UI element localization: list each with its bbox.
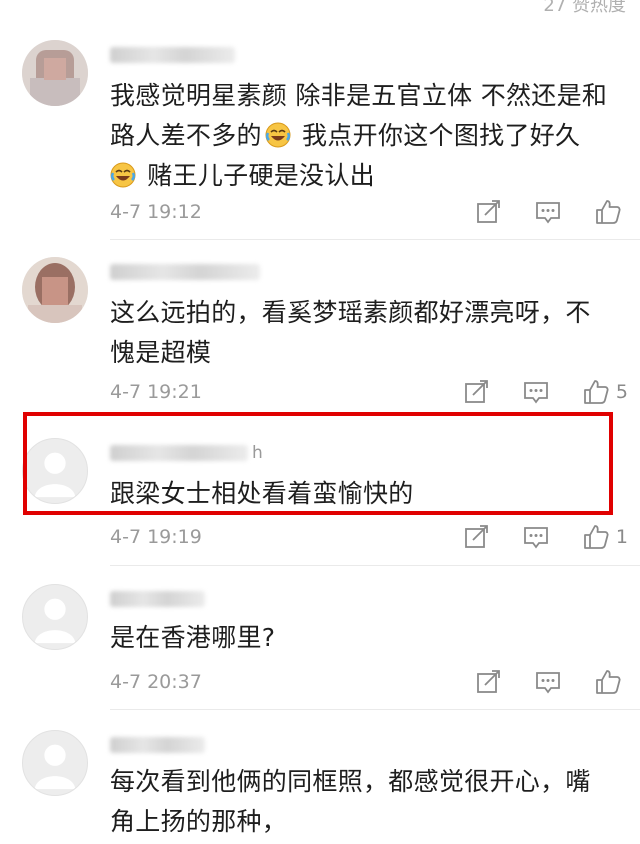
avatar[interactable] xyxy=(22,40,88,106)
username[interactable]: h xyxy=(110,442,263,464)
username[interactable] xyxy=(110,588,205,610)
blurred-username xyxy=(110,47,235,63)
comment-text: 是在香港哪里? xyxy=(110,623,276,652)
share-button[interactable] xyxy=(462,523,490,551)
reply-button[interactable] xyxy=(534,668,562,696)
comment-icon xyxy=(524,382,548,404)
comment-time: 4-7 19:21 xyxy=(110,381,202,403)
comment-text-part: 我点开你这个图找了好久 xyxy=(293,121,581,150)
reply-button[interactable] xyxy=(534,198,562,226)
comment-icon xyxy=(536,672,560,694)
thumbs-up-icon xyxy=(584,380,609,404)
comment-actions: 1 xyxy=(430,522,628,552)
blurred-username xyxy=(110,737,205,753)
comment-meta: 4-7 20:37 xyxy=(110,667,640,697)
comment-meta: 4-7 19:19 1 xyxy=(110,522,640,552)
default-avatar-icon xyxy=(34,452,76,498)
comment-icon xyxy=(524,527,548,549)
avatar[interactable] xyxy=(22,730,88,796)
comment-actions xyxy=(442,667,628,697)
reply-button[interactable] xyxy=(522,523,550,551)
comment-time: 4-7 19:12 xyxy=(110,201,202,223)
avatar[interactable] xyxy=(22,257,88,323)
comment-text-part: 赌王儿子硬是没认出 xyxy=(139,161,375,190)
avatar[interactable] xyxy=(22,438,88,504)
blurred-username xyxy=(110,445,248,461)
share-icon xyxy=(477,670,500,693)
comment-time: 4-7 19:19 xyxy=(110,526,202,548)
comment-meta: 4-7 19:12 xyxy=(110,197,640,227)
top-partial-text: 27 赞热度 xyxy=(543,0,626,16)
laughing-crying-emoji-icon xyxy=(110,160,136,188)
comment-icon xyxy=(536,202,560,224)
reply-button[interactable] xyxy=(522,378,550,406)
default-avatar-icon xyxy=(34,744,76,790)
comment-text: 跟梁女士相处看着蛮愉快的 xyxy=(110,479,414,508)
laughing-crying-emoji-icon xyxy=(265,120,291,148)
blurred-username xyxy=(110,591,205,607)
share-button[interactable] xyxy=(462,378,490,406)
avatar[interactable] xyxy=(22,584,88,650)
divider xyxy=(110,709,640,710)
avatar-photo-icon xyxy=(22,257,88,323)
thumbs-up-icon xyxy=(596,200,621,224)
default-avatar-icon xyxy=(34,598,76,644)
share-button[interactable] xyxy=(474,198,502,226)
comment-actions: 5 xyxy=(430,377,628,407)
comment-actions xyxy=(442,197,628,227)
share-icon xyxy=(465,525,488,548)
like-button[interactable]: 1 xyxy=(582,523,628,551)
thumbs-up-icon xyxy=(584,525,609,549)
divider xyxy=(110,239,640,240)
share-button[interactable] xyxy=(474,668,502,696)
like-button[interactable] xyxy=(594,668,628,696)
username[interactable] xyxy=(110,261,260,283)
comment-text: 每次看到他俩的同框照，都感觉很开心，嘴角上扬的那种， xyxy=(110,767,591,836)
username[interactable] xyxy=(110,734,205,756)
blurred-username xyxy=(110,264,260,280)
thumbs-up-icon xyxy=(596,670,621,694)
like-button[interactable] xyxy=(594,198,628,226)
share-icon xyxy=(465,380,488,403)
like-count: 5 xyxy=(615,381,628,403)
divider xyxy=(110,565,640,566)
like-button[interactable]: 5 xyxy=(582,378,628,406)
comment-meta: 4-7 19:21 5 xyxy=(110,377,640,407)
like-count: 1 xyxy=(615,526,628,548)
share-icon xyxy=(477,200,500,223)
avatar-photo-icon xyxy=(22,40,88,106)
comment-text: 我感觉明星素颜 除非是五官立体 不然还是和路人差不多的 我点开你这个图找了好久 … xyxy=(110,76,610,196)
comment-text: 这么远拍的，看奚梦瑶素颜都好漂亮呀，不愧是超模 xyxy=(110,298,591,367)
comment-time: 4-7 20:37 xyxy=(110,671,202,693)
username-visible-suffix: h xyxy=(252,443,263,463)
username[interactable] xyxy=(110,44,235,66)
